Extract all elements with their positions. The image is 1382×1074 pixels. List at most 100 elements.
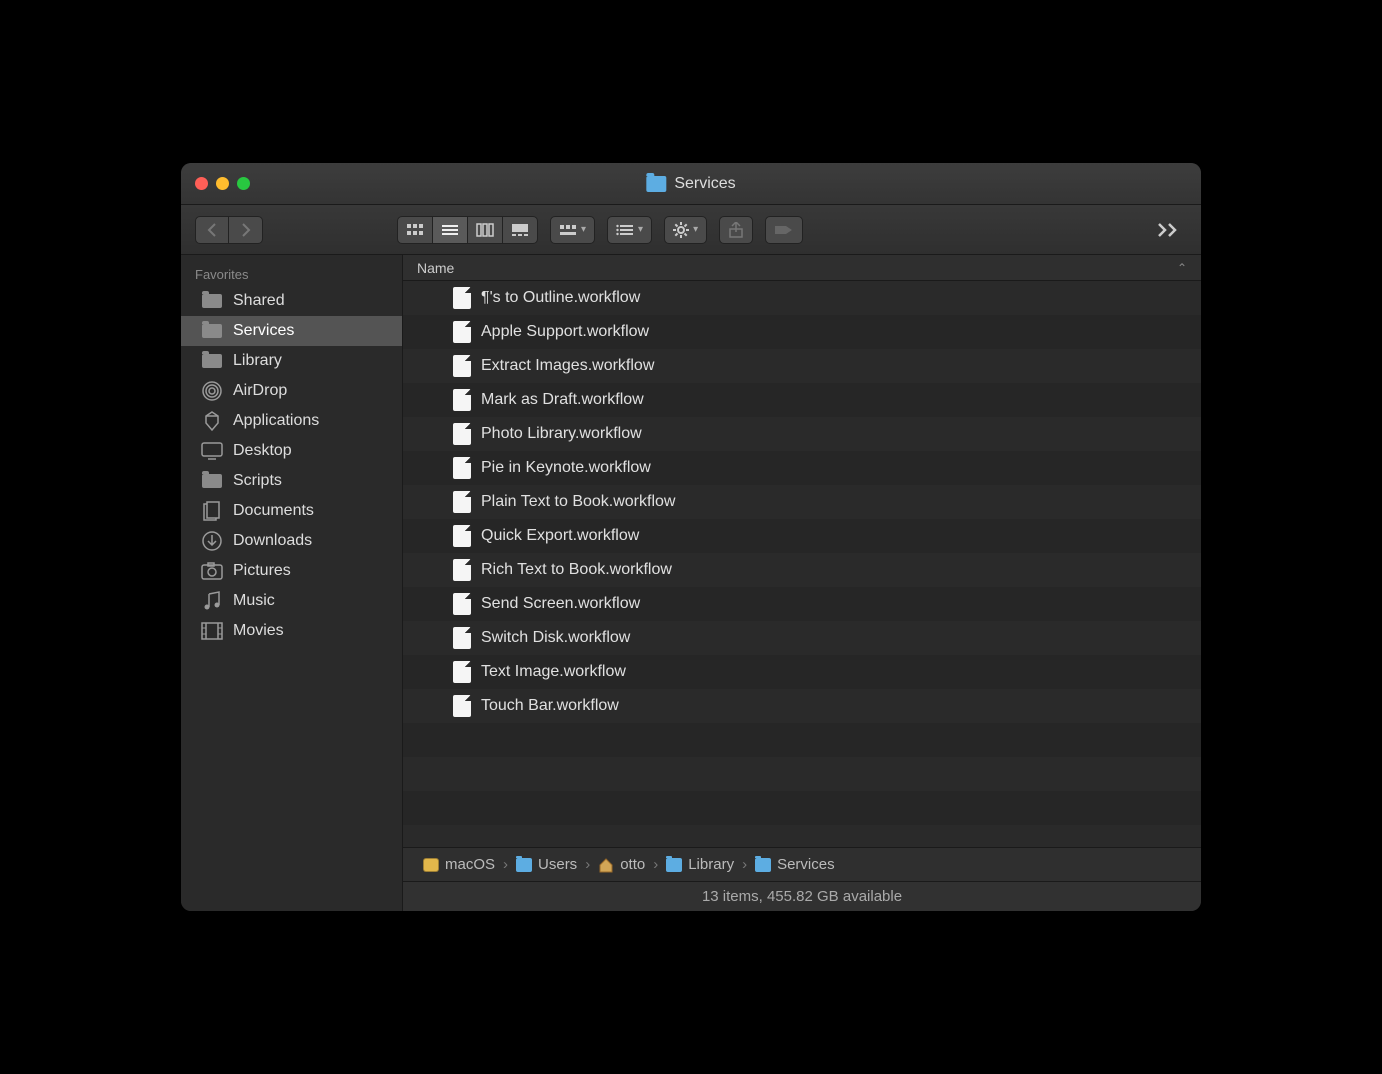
file-name: Apple Support.workflow (481, 323, 649, 341)
path-segment-services[interactable]: Services (755, 856, 835, 873)
apps-icon (201, 412, 223, 430)
path-separator: › (738, 856, 751, 873)
file-row[interactable]: Extract Images.workflow (403, 349, 1201, 383)
file-name: ¶'s to Outline.workflow (481, 289, 640, 307)
path-segment-library[interactable]: Library (666, 856, 734, 873)
file-icon (453, 525, 471, 547)
traffic-lights (181, 177, 250, 190)
file-icon (453, 287, 471, 309)
path-segment-otto[interactable]: otto (598, 856, 645, 873)
column-header-name: Name (417, 260, 454, 276)
sidebar-item-label: AirDrop (233, 382, 287, 400)
file-row[interactable]: Quick Export.workflow (403, 519, 1201, 553)
sidebar-item-label: Downloads (233, 532, 312, 550)
window-title: Services (646, 175, 735, 193)
icon-view-icon (406, 223, 424, 237)
main: Name ⌃ ¶'s to Outline.workflow Apple Supp… (403, 255, 1201, 911)
path-segment-macos[interactable]: macOS (423, 856, 495, 873)
file-icon (453, 355, 471, 377)
file-name: Plain Text to Book.workflow (481, 493, 675, 511)
file-icon (453, 661, 471, 683)
chevron-right-icon (241, 223, 251, 237)
file-name: Switch Disk.workflow (481, 629, 630, 647)
action-dropdown[interactable]: ▾ (664, 216, 707, 244)
share-icon (729, 222, 743, 238)
tags-button[interactable] (765, 216, 803, 244)
sidebar-item-library[interactable]: Library (181, 346, 402, 376)
sidebar-item-label: Services (233, 322, 294, 340)
gallery-view-icon (511, 223, 529, 237)
column-view-icon (476, 223, 494, 237)
minimize-button[interactable] (216, 177, 229, 190)
file-row[interactable]: ¶'s to Outline.workflow (403, 281, 1201, 315)
sidebar-item-label: Applications (233, 412, 319, 430)
sort-ascending-icon: ⌃ (1177, 261, 1187, 275)
file-row[interactable]: Mark as Draft.workflow (403, 383, 1201, 417)
file-row[interactable]: Apple Support.workflow (403, 315, 1201, 349)
airdrop-icon (201, 382, 223, 400)
sidebar: Favorites SharedServicesLibraryAirDropAp… (181, 255, 403, 911)
downloads-icon (201, 532, 223, 550)
path-segment-label: macOS (445, 856, 495, 873)
sidebar-item-downloads[interactable]: Downloads (181, 526, 402, 556)
forward-button[interactable] (229, 216, 263, 244)
path-bar: macOS›Users›otto›Library›Services (403, 847, 1201, 881)
finder-window: Services (181, 163, 1201, 911)
file-row[interactable]: Pie in Keynote.workflow (403, 451, 1201, 485)
file-name: Photo Library.workflow (481, 425, 642, 443)
sidebar-item-desktop[interactable]: Desktop (181, 436, 402, 466)
sidebar-item-services[interactable]: Services (181, 316, 402, 346)
file-icon (453, 593, 471, 615)
file-row[interactable]: Send Screen.workflow (403, 587, 1201, 621)
chevron-left-icon (207, 223, 217, 237)
sidebar-item-scripts[interactable]: Scripts (181, 466, 402, 496)
group-by-dropdown[interactable]: ▾ (550, 216, 595, 244)
sidebar-item-label: Pictures (233, 562, 291, 580)
file-row[interactable]: Text Image.workflow (403, 655, 1201, 689)
sidebar-item-pictures[interactable]: Pictures (181, 556, 402, 586)
path-segment-users[interactable]: Users (516, 856, 577, 873)
file-row[interactable]: Switch Disk.workflow (403, 621, 1201, 655)
chevron-down-icon: ▾ (638, 224, 643, 235)
movies-icon (201, 622, 223, 640)
sidebar-item-shared[interactable]: Shared (181, 286, 402, 316)
sidebar-item-airdrop[interactable]: AirDrop (181, 376, 402, 406)
folder-icon (646, 176, 666, 192)
status-bar: 13 items, 455.82 GB available (403, 881, 1201, 911)
file-name: Extract Images.workflow (481, 357, 654, 375)
toolbar: ▾ ▾ ▾ (181, 205, 1201, 255)
file-row[interactable]: Rich Text to Book.workflow (403, 553, 1201, 587)
view-gallery-button[interactable] (503, 216, 538, 244)
file-row[interactable]: Touch Bar.workflow (403, 689, 1201, 723)
chevron-down-icon: ▾ (581, 224, 586, 235)
close-button[interactable] (195, 177, 208, 190)
path-segment-label: Library (688, 856, 734, 873)
overflow-button[interactable] (1149, 216, 1187, 244)
window-title-text: Services (674, 175, 735, 193)
file-row[interactable]: Photo Library.workflow (403, 417, 1201, 451)
sidebar-item-applications[interactable]: Applications (181, 406, 402, 436)
view-list-button[interactable] (433, 216, 468, 244)
view-icons-button[interactable] (397, 216, 433, 244)
sidebar-item-documents[interactable]: Documents (181, 496, 402, 526)
file-name: Pie in Keynote.workflow (481, 459, 651, 477)
folder-icon (201, 472, 223, 490)
back-button[interactable] (195, 216, 229, 244)
path-segment-label: Users (538, 856, 577, 873)
view-columns-button[interactable] (468, 216, 503, 244)
share-button[interactable] (719, 216, 753, 244)
file-icon (453, 559, 471, 581)
sidebar-item-music[interactable]: Music (181, 586, 402, 616)
folder-icon (201, 352, 223, 370)
column-header[interactable]: Name ⌃ (403, 255, 1201, 281)
file-row[interactable]: Plain Text to Book.workflow (403, 485, 1201, 519)
sidebar-item-label: Shared (233, 292, 285, 310)
arrange-dropdown[interactable]: ▾ (607, 216, 652, 244)
sidebar-item-movies[interactable]: Movies (181, 616, 402, 646)
home-icon (598, 857, 614, 873)
path-segment-label: Services (777, 856, 835, 873)
zoom-button[interactable] (237, 177, 250, 190)
status-text: 13 items, 455.82 GB available (702, 888, 902, 905)
file-name: Send Screen.workflow (481, 595, 640, 613)
file-name: Quick Export.workflow (481, 527, 639, 545)
